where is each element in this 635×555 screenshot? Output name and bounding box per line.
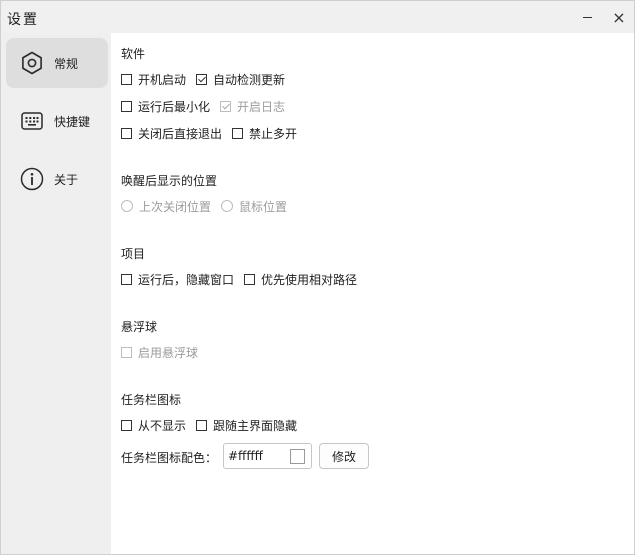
project-section-title: 项目 bbox=[121, 247, 146, 261]
close-button[interactable]: × bbox=[604, 1, 634, 33]
disable-multi-instance-label: 禁止多开 bbox=[249, 126, 298, 141]
sidebar-item-label: 常规 bbox=[54, 56, 79, 71]
wake-position-row: 上次关闭位置 鼠标位置 bbox=[121, 197, 297, 215]
relative-path-checkbox[interactable] bbox=[244, 273, 256, 285]
relative-path-option[interactable]: 优先使用相对路径 bbox=[244, 271, 357, 288]
enable-log-option: 开启日志 bbox=[220, 98, 285, 115]
exit-on-close-checkbox[interactable] bbox=[121, 127, 132, 139]
info-icon bbox=[19, 166, 45, 192]
hide-after-run-checkbox[interactable] bbox=[121, 273, 132, 285]
sidebar-item-about[interactable]: 关于 bbox=[6, 154, 108, 204]
mouse-position-option: 鼠标位置 bbox=[221, 198, 287, 215]
sidebar: 常规 快捷键 关于 bbox=[1, 33, 111, 554]
float-ball-row: 启用悬浮球 bbox=[121, 343, 208, 361]
color-swatch[interactable] bbox=[290, 449, 305, 464]
enable-float-ball-option: 启用悬浮球 bbox=[121, 344, 198, 361]
mouse-position-label: 鼠标位置 bbox=[239, 199, 288, 214]
auto-update-option[interactable]: 自动检测更新 bbox=[196, 71, 285, 88]
auto-start-checkbox[interactable] bbox=[121, 73, 132, 85]
close-icon: × bbox=[612, 7, 626, 27]
auto-start-label: 开机启动 bbox=[138, 72, 187, 87]
enable-float-ball-checkbox bbox=[121, 346, 132, 358]
sidebar-item-shortcuts[interactable]: 快捷键 bbox=[6, 96, 108, 146]
tray-row: 从不显示 跟随主界面隐藏 bbox=[121, 416, 307, 434]
title-bar: 设置 × bbox=[1, 1, 634, 33]
sidebar-item-label: 关于 bbox=[54, 172, 79, 187]
follow-main-checkbox[interactable] bbox=[196, 419, 208, 431]
exit-on-close-label: 关闭后直接退出 bbox=[138, 126, 223, 141]
enable-log-checkbox bbox=[220, 100, 232, 112]
hide-after-run-option[interactable]: 运行后，隐藏窗口 bbox=[121, 271, 234, 288]
enable-float-ball-label: 启用悬浮球 bbox=[138, 345, 199, 360]
never-show-checkbox[interactable] bbox=[121, 419, 132, 431]
software-section-title: 软件 bbox=[121, 47, 146, 61]
minimize-after-run-option[interactable]: 运行后最小化 bbox=[121, 98, 210, 115]
minimize-after-run-checkbox[interactable] bbox=[121, 100, 132, 112]
keyboard-icon bbox=[19, 108, 45, 134]
last-close-position-label: 上次关闭位置 bbox=[139, 199, 212, 214]
follow-main-option[interactable]: 跟随主界面隐藏 bbox=[196, 417, 297, 434]
disable-multi-instance-checkbox[interactable] bbox=[232, 127, 244, 139]
minimize-after-run-label: 运行后最小化 bbox=[138, 99, 211, 114]
sidebar-item-label: 快捷键 bbox=[54, 114, 91, 129]
tray-color-input[interactable]: #ffffff bbox=[223, 443, 312, 469]
relative-path-label: 优先使用相对路径 bbox=[261, 272, 358, 287]
tray-color-value: #ffffff bbox=[228, 449, 263, 463]
enable-log-label: 开启日志 bbox=[237, 99, 286, 114]
auto-update-label: 自动检测更新 bbox=[213, 72, 286, 87]
minimize-icon bbox=[582, 16, 592, 18]
minimize-button[interactable] bbox=[572, 1, 602, 33]
last-close-position-option: 上次关闭位置 bbox=[121, 198, 211, 215]
exit-on-close-option[interactable]: 关闭后直接退出 bbox=[121, 125, 222, 142]
auto-start-option[interactable]: 开机启动 bbox=[121, 71, 186, 88]
never-show-option[interactable]: 从不显示 bbox=[121, 417, 186, 434]
window-title: 设置 bbox=[7, 12, 39, 28]
auto-update-checkbox[interactable] bbox=[196, 73, 208, 85]
general-settings-panel: 软件 开机启动 自动检测更新 运行后最小化 开启日志 关闭后直接退出 禁止多开 … bbox=[111, 33, 634, 554]
gear-icon bbox=[19, 50, 45, 76]
float-ball-section-title: 悬浮球 bbox=[121, 320, 158, 334]
sidebar-item-general[interactable]: 常规 bbox=[6, 38, 108, 88]
follow-main-label: 跟随主界面隐藏 bbox=[213, 418, 298, 433]
tray-color-label: 任务栏图标配色： bbox=[121, 451, 218, 465]
project-row: 运行后，隐藏窗口 优先使用相对路径 bbox=[121, 270, 367, 288]
tray-section-title: 任务栏图标 bbox=[121, 393, 182, 407]
software-row-3: 关闭后直接退出 禁止多开 bbox=[121, 124, 307, 142]
wake-position-section-title: 唤醒后显示的位置 bbox=[121, 174, 218, 188]
software-row-1: 开机启动 自动检测更新 bbox=[121, 70, 295, 88]
last-close-position-radio bbox=[121, 200, 133, 212]
settings-window: 设置 × 常规 快捷键 关于 软件 开机启动 自动检测更新 运行后最小化 开启日… bbox=[0, 0, 635, 555]
disable-multi-instance-option[interactable]: 禁止多开 bbox=[232, 125, 297, 142]
mouse-position-radio bbox=[221, 200, 234, 212]
modify-color-button[interactable]: 修改 bbox=[319, 443, 369, 469]
never-show-label: 从不显示 bbox=[138, 418, 187, 433]
software-row-2: 运行后最小化 开启日志 bbox=[121, 97, 295, 115]
hide-after-run-label: 运行后，隐藏窗口 bbox=[138, 272, 235, 287]
